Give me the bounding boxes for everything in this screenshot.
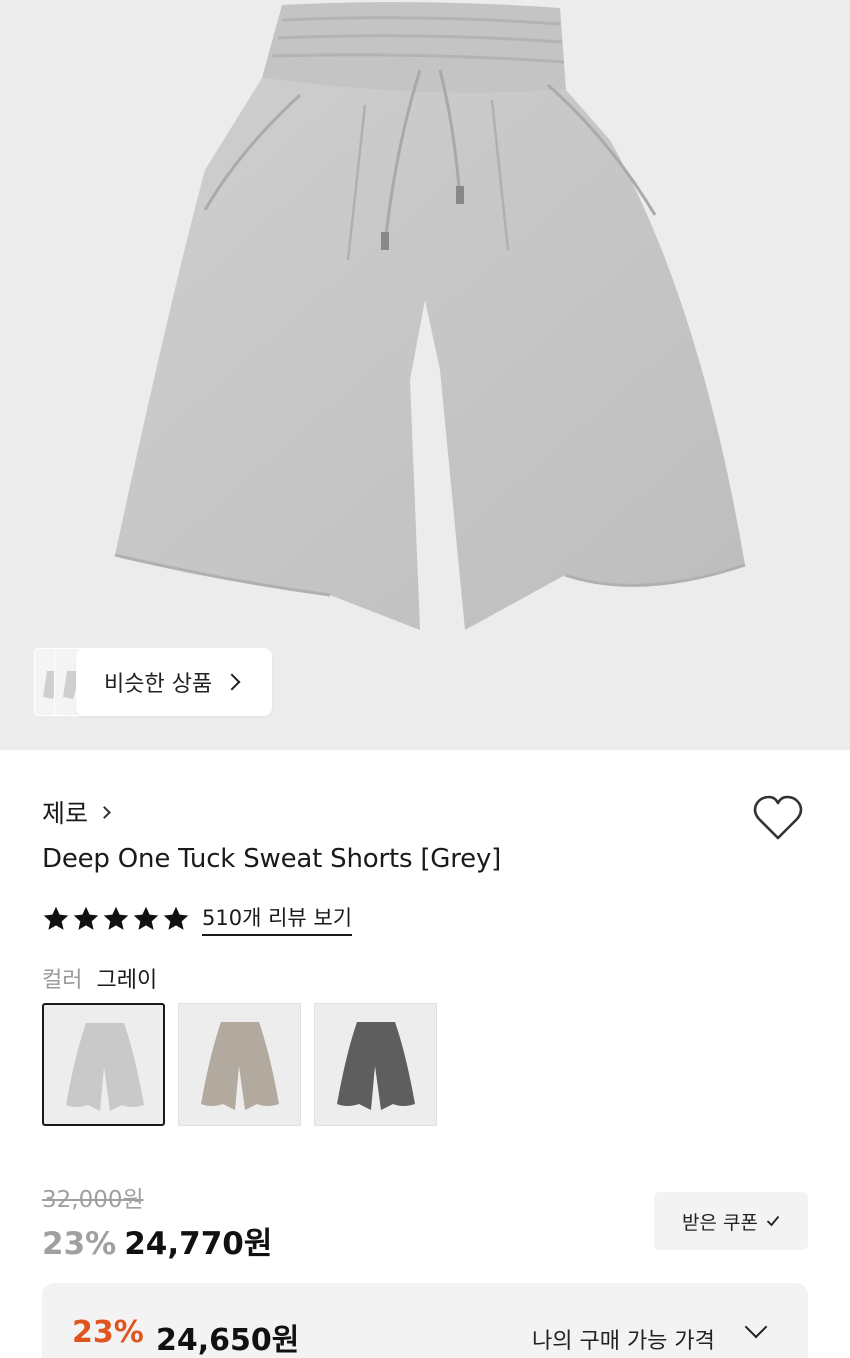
coupon-label: 받은 쿠폰 <box>682 1211 758 1234</box>
review-link[interactable]: 510개 리뷰 보기 <box>202 902 353 936</box>
brand-name: 제로 <box>42 799 89 828</box>
color-selector-label: 컬러 그레이 <box>42 962 157 994</box>
rating: 510개 리뷰 보기 <box>42 902 353 936</box>
color-label: 컬러 <box>42 968 83 993</box>
color-swatches <box>42 1003 437 1126</box>
star-icon <box>43 906 69 930</box>
star-icon <box>103 906 129 930</box>
chevron-right-icon <box>98 805 111 819</box>
my-price: 24,650원 <box>156 1323 300 1358</box>
chevron-right-icon <box>223 673 241 691</box>
received-coupon-button[interactable]: 받은 쿠폰 <box>654 1192 808 1250</box>
swatch-grey[interactable] <box>42 1003 165 1126</box>
sale-price-row: 23% 24,770원 <box>42 1218 272 1263</box>
swatch-beige[interactable] <box>178 1003 301 1126</box>
star-icon <box>73 906 99 930</box>
chevron-down-icon[interactable] <box>744 1315 768 1339</box>
star-icon <box>163 906 189 930</box>
swatch-charcoal[interactable] <box>314 1003 437 1126</box>
similar-products-button[interactable]: 비슷한 상품 <box>76 648 272 716</box>
heart-icon[interactable] <box>752 794 804 842</box>
check-icon <box>766 1215 780 1227</box>
color-value: 그레이 <box>96 968 158 993</box>
star-icon <box>133 906 159 930</box>
shorts-image <box>114 2 746 630</box>
my-price-panel[interactable]: 23% 24,650원 나의 구매 가능 가격 <box>42 1283 808 1358</box>
brand-link[interactable]: 제로 <box>42 794 111 830</box>
similar-products-label: 비슷한 상품 <box>104 672 213 697</box>
discount-rate: 23% <box>42 1226 117 1262</box>
original-price: 32,000원 <box>42 1187 144 1213</box>
star-rating <box>42 905 190 933</box>
sale-price: 24,770원 <box>124 1226 273 1262</box>
my-price-label: 나의 구매 가능 가격 <box>532 1329 715 1354</box>
product-image[interactable]: 비슷한 상품 <box>0 0 850 750</box>
product-title: Deep One Tuck Sweat Shorts [Grey] <box>42 844 502 874</box>
my-discount-rate: 23% <box>72 1315 144 1350</box>
